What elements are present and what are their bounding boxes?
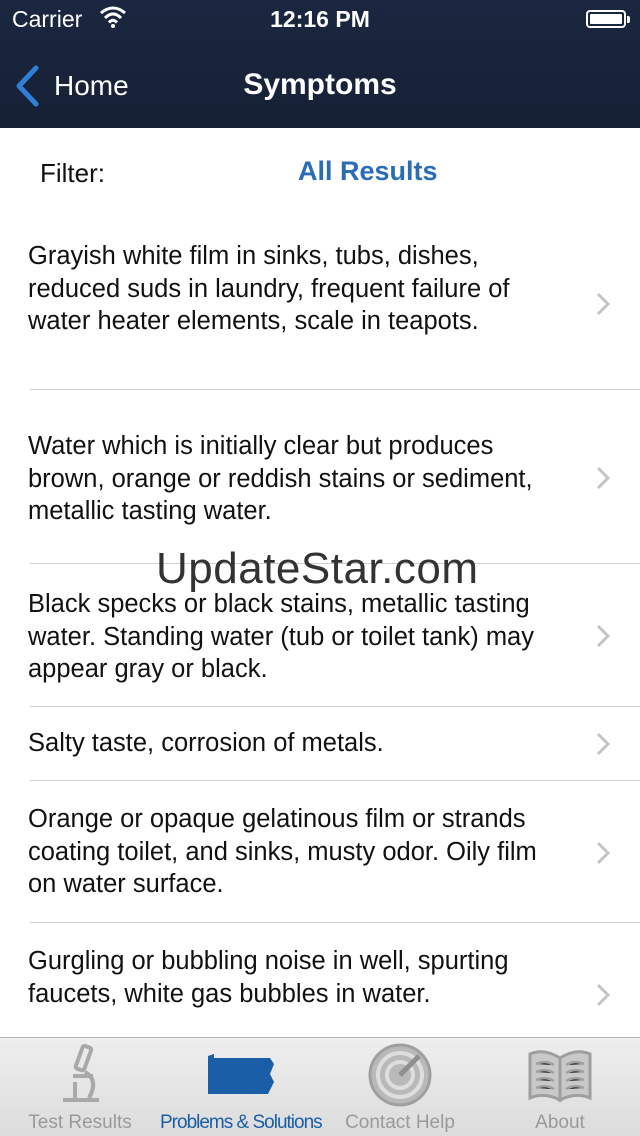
chevron-right-icon bbox=[596, 292, 610, 316]
filter-label: Filter: bbox=[40, 158, 105, 188]
tab-bar: Test Results Problems & Solutions Contac… bbox=[0, 1037, 640, 1136]
list-item-text: Grayish white film in sinks, tubs, dishe… bbox=[28, 242, 510, 335]
status-time: 12:16 PM bbox=[270, 6, 370, 32]
book-icon bbox=[528, 1050, 592, 1103]
list-item[interactable]: Water which is initially clear but produ… bbox=[0, 390, 640, 564]
chevron-right-icon bbox=[596, 983, 610, 1007]
tab-label: Contact Help bbox=[345, 1112, 455, 1133]
list-item[interactable]: Grayish white film in sinks, tubs, dishe… bbox=[0, 218, 640, 390]
list-item[interactable]: Salty taste, corrosion of metals. bbox=[0, 707, 640, 781]
tab-label: About bbox=[535, 1112, 585, 1133]
filter-selector[interactable]: All Results bbox=[298, 156, 438, 187]
radar-icon bbox=[368, 1043, 432, 1107]
tab-label: Problems & Solutions bbox=[160, 1112, 323, 1133]
tab-test-results[interactable]: Test Results bbox=[0, 1038, 160, 1136]
list-item[interactable]: Orange or opaque gelatinous film or stra… bbox=[0, 781, 640, 923]
chevron-right-icon bbox=[596, 624, 610, 648]
chevron-right-icon bbox=[596, 466, 610, 490]
watermark: UpdateStar.com bbox=[156, 544, 479, 593]
microscope-icon bbox=[63, 1043, 99, 1102]
list-item-text: Water which is initially clear but produ… bbox=[28, 432, 533, 525]
symptoms-list: Grayish white film in sinks, tubs, dishe… bbox=[0, 218, 640, 1063]
list-item-text: Black specks or black stains, metallic t… bbox=[28, 590, 534, 683]
chevron-right-icon bbox=[596, 841, 610, 865]
tab-problems-solutions[interactable]: Problems & Solutions bbox=[160, 1038, 323, 1136]
battery-icon bbox=[586, 10, 630, 28]
filter-row: Filter: All Results bbox=[0, 128, 640, 218]
page-title: Symptoms bbox=[243, 68, 397, 101]
tab-contact-help[interactable]: Contact Help bbox=[320, 1038, 480, 1136]
tab-about[interactable]: About bbox=[480, 1038, 640, 1136]
list-item-text: Salty taste, corrosion of metals. bbox=[28, 729, 384, 757]
tab-label: Test Results bbox=[28, 1112, 132, 1133]
navigation-bar: Carrier 12:16 PM Home Symptoms bbox=[0, 0, 640, 128]
pennsylvania-map-icon bbox=[208, 1054, 274, 1094]
list-item-text: Gurgling or bubbling noise in well, spur… bbox=[28, 947, 509, 1008]
list-item-text: Orange or opaque gelatinous film or stra… bbox=[28, 805, 537, 898]
chevron-right-icon bbox=[596, 732, 610, 756]
